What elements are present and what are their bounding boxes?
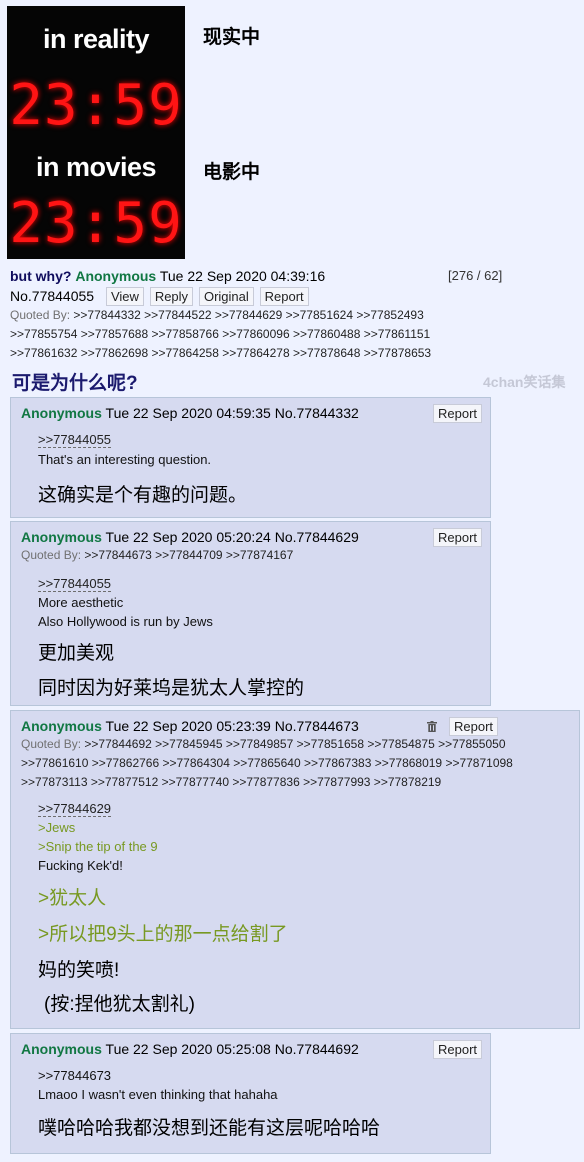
quoted-by: Quoted By: >>77844673 >>77844709 >>77874…: [21, 546, 293, 565]
reply-post: Anonymous Tue 22 Sep 2020 05:20:24 No.77…: [10, 521, 491, 706]
translation-zh: 噗哈哈哈我都没想到还能有这层呢哈哈哈: [38, 1118, 381, 1139]
quoted-by-label: Quoted By:: [21, 737, 82, 751]
report-button[interactable]: Report: [433, 404, 483, 423]
translation-zh-greentext: >犹太人: [38, 888, 107, 909]
quoted-by-label: Quoted By:: [10, 308, 71, 322]
post-text: Also Hollywood is run by Jews: [38, 614, 213, 629]
translation-zh: 同时因为好莱坞是犹太人掌控的: [38, 678, 305, 699]
reply-header: Anonymous Tue 22 Sep 2020 05:25:08 No.77…: [21, 1041, 359, 1057]
quoted-by-links[interactable]: >>77861632 >>77862698 >>77864258 >>77864…: [10, 344, 580, 363]
clock-movies: 23:59: [9, 191, 183, 256]
reply-button[interactable]: Reply: [149, 287, 194, 306]
post-meta[interactable]: Tue 22 Sep 2020 04:59:35 No.77844332: [106, 405, 359, 421]
report-button[interactable]: Report: [433, 528, 483, 547]
op-title-zh: 可是为什么呢?: [12, 373, 138, 394]
greentext: >Snip the tip of the 9: [38, 839, 158, 854]
post-text: That's an interesting question.: [38, 452, 212, 467]
op-post-row: No.77844055 View Reply Original Report: [10, 287, 309, 306]
op-poster-name: Anonymous: [75, 268, 157, 284]
caption-reality: in reality: [42, 24, 150, 54]
op-quoted-by: Quoted By: >>77844332 >>77844522 >>77844…: [10, 306, 580, 363]
reply-post: Anonymous Tue 22 Sep 2020 05:23:39 No.77…: [10, 710, 580, 1029]
op-subject: but why?: [10, 268, 72, 284]
report-button[interactable]: Report: [433, 1040, 483, 1059]
translation-zh: 妈的笑喷!: [38, 960, 120, 981]
quote-link[interactable]: >>77844629: [38, 800, 112, 818]
original-button[interactable]: Original: [198, 287, 254, 306]
movies-label-zh: 电影中: [203, 162, 261, 183]
translation-zh: 这确实是个有趣的问题。: [38, 485, 248, 506]
reply-header: Anonymous Tue 22 Sep 2020 04:59:35 No.77…: [21, 405, 359, 421]
quote-link[interactable]: >>77844055: [38, 431, 112, 449]
greentext: >Jews: [38, 820, 76, 835]
poster-name: Anonymous: [21, 405, 102, 421]
post-text: Lmaoo I wasn't even thinking that hahaha: [38, 1087, 278, 1102]
post-meta[interactable]: Tue 22 Sep 2020 05:25:08 No.77844692: [106, 1041, 359, 1057]
quoted-by: Quoted By: >>77844692 >>77845945 >>77849…: [21, 735, 577, 792]
post-meta[interactable]: Tue 22 Sep 2020 05:20:24 No.77844629: [106, 529, 359, 545]
quoted-by-links[interactable]: >>77873113 >>77877512 >>77877740 >>77877…: [21, 773, 577, 792]
op-image[interactable]: in reality 23:59 in movies 23:59: [7, 6, 185, 259]
poster-name: Anonymous: [21, 718, 102, 734]
reality-label-zh: 现实中: [203, 27, 261, 48]
post-text: More aesthetic: [38, 595, 124, 610]
post-text: Fucking Kek'd!: [38, 858, 123, 873]
poster-name: Anonymous: [21, 1041, 102, 1057]
quoted-by-links[interactable]: >>77855754 >>77857688 >>77858766 >>77860…: [10, 325, 580, 344]
quoted-by-links[interactable]: >>77844692 >>77845945 >>77849857 >>77851…: [84, 737, 505, 751]
reply-post: Anonymous Tue 22 Sep 2020 05:25:08 No.77…: [10, 1033, 491, 1154]
view-button[interactable]: View: [105, 287, 144, 306]
translator-note: (按:捏他犹太割礼): [44, 994, 195, 1015]
quoted-by-links[interactable]: >>77861610 >>77862766 >>77864304 >>77865…: [21, 754, 577, 773]
quoted-by-links[interactable]: >>77844332 >>77844522 >>77844629 >>77851…: [73, 308, 423, 322]
op-datetime: Tue 22 Sep 2020 04:39:16: [159, 268, 326, 284]
reply-header: Anonymous Tue 22 Sep 2020 05:23:39 No.77…: [21, 718, 359, 734]
quoted-by-links[interactable]: >>77844673 >>77844709 >>77874167: [84, 548, 293, 562]
quote-link[interactable]: >>77844055: [38, 575, 112, 593]
watermark: 4chan笑话集: [483, 374, 566, 390]
translation-zh: 更加美观: [38, 643, 115, 664]
post-meta[interactable]: Tue 22 Sep 2020 05:23:39 No.77844673: [106, 718, 359, 734]
reply-header: Anonymous Tue 22 Sep 2020 05:20:24 No.77…: [21, 529, 359, 545]
reply-post: Anonymous Tue 22 Sep 2020 04:59:35 No.77…: [10, 397, 491, 518]
op-post-number[interactable]: No.77844055: [10, 288, 94, 304]
reply-image-count: [276 / 62]: [448, 268, 503, 283]
delete-icon[interactable]: [427, 721, 437, 732]
quote-link[interactable]: >>77844673: [38, 1068, 111, 1083]
poster-name: Anonymous: [21, 529, 102, 545]
report-button[interactable]: Report: [259, 287, 309, 306]
report-button[interactable]: Report: [449, 717, 499, 736]
translation-zh-greentext: >所以把9头上的那一点给割了: [38, 924, 288, 945]
caption-movies: in movies: [35, 152, 157, 182]
quoted-by-label: Quoted By:: [21, 548, 82, 562]
clock-reality: 23:59: [9, 73, 183, 138]
